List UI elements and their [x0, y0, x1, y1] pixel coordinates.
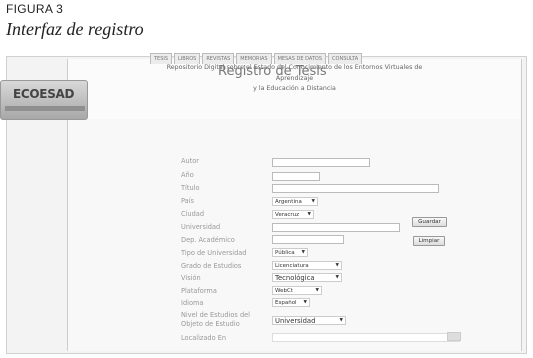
plataforma-value: WebCt	[275, 288, 293, 294]
label-autor: Autor	[181, 157, 200, 165]
idioma-select[interactable]: Español ▼	[272, 298, 310, 307]
pais-value: Argentina	[275, 199, 302, 205]
chevron-down-icon: ▼	[307, 212, 311, 217]
label-idioma: Idioma	[181, 299, 204, 307]
label-ciudad: Ciudad	[181, 210, 205, 218]
label-dep-academico: Dep. Académico	[181, 236, 235, 244]
label-titulo: Título	[181, 184, 200, 192]
chevron-down-icon: ▼	[303, 300, 307, 305]
form-title: Registro de Tesis	[218, 64, 327, 79]
tipo-universidad-value: Pública	[275, 250, 295, 256]
chevron-down-icon: ▼	[301, 250, 305, 255]
label-universidad: Universidad	[181, 223, 221, 231]
grado-estudios-value: Licenciatura	[275, 263, 309, 269]
label-tipo-universidad: Tipo de Universidad	[181, 249, 247, 257]
guardar-button[interactable]: Guardar	[412, 217, 447, 227]
label-vision: Visión	[181, 274, 201, 282]
grado-estudios-select[interactable]: Licenciatura ▼	[272, 261, 342, 270]
ciudad-select[interactable]: Veracruz ▼	[272, 210, 314, 219]
universidad-field[interactable]	[272, 223, 400, 232]
dep-academico-field[interactable]	[272, 235, 344, 244]
nivel-estudios-select[interactable]: Universidad ▼	[272, 316, 346, 325]
localizado-en-field[interactable]	[272, 333, 460, 342]
tab-tesis[interactable]: TESIS	[150, 53, 173, 64]
scrollbar-thumb[interactable]	[447, 332, 461, 341]
anio-field[interactable]	[272, 172, 320, 181]
repository-title-line-3: y la Educación a Distancia	[253, 85, 336, 92]
chevron-down-icon: ▼	[335, 263, 339, 268]
chevron-down-icon: ▼	[339, 318, 343, 323]
figure-label: FIGURA 3	[6, 2, 64, 16]
label-nivel-estudios-2: Objeto de Estudio	[181, 320, 240, 328]
figure-caption: Interfaz de registro	[6, 19, 144, 39]
chevron-down-icon: ▼	[335, 275, 339, 280]
idioma-value: Español	[275, 300, 297, 306]
tipo-universidad-select[interactable]: Pública ▼	[272, 248, 308, 257]
vision-select[interactable]: Tecnológica ▼	[272, 273, 342, 282]
label-grado-estudios: Grado de Estudios	[181, 262, 242, 270]
chevron-down-icon: ▼	[315, 288, 319, 293]
label-nivel-estudios-1: Nivel de Estudios del	[181, 311, 251, 319]
tab-libros[interactable]: LIBROS	[174, 53, 201, 64]
pais-select[interactable]: Argentina ▼	[272, 197, 318, 206]
label-localizado-en: Localizado En	[181, 334, 227, 342]
tab-bar: TESIS LIBROS REVISTAS MEMORIAS MESAS DE …	[150, 53, 363, 64]
autor-field[interactable]	[272, 158, 370, 167]
limpiar-button[interactable]: Limpiar	[413, 236, 445, 246]
tab-mesas-de-datos[interactable]: MESAS DE DATOS	[273, 53, 327, 64]
tab-consulta[interactable]: CONSULTA	[328, 53, 363, 64]
nivel-estudios-value: Universidad	[275, 317, 316, 325]
ciudad-value: Veracruz	[275, 212, 300, 218]
vision-value: Tecnológica	[275, 274, 315, 282]
label-anio: Año	[181, 171, 194, 179]
logo-subtitle-graphic	[5, 106, 85, 111]
titulo-field[interactable]	[272, 184, 439, 193]
plataforma-select[interactable]: WebCt ▼	[272, 286, 322, 295]
ecoesad-logo: ECOESAD	[0, 80, 88, 120]
label-plataforma: Plataforma	[181, 287, 217, 295]
label-pais: País	[181, 197, 194, 205]
tab-memorias[interactable]: MEMORIAS	[236, 53, 272, 64]
logo-text: ECOESAD	[13, 87, 75, 101]
tab-revistas[interactable]: REVISTAS	[202, 53, 235, 64]
chevron-down-icon: ▼	[311, 199, 315, 204]
